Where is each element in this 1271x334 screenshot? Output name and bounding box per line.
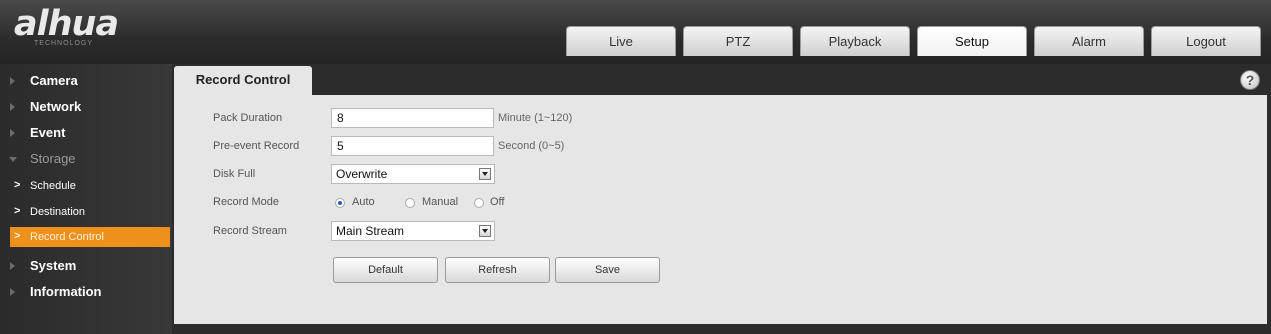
tab-alarm[interactable]: Alarm	[1034, 26, 1144, 56]
sidebar-subitem-destination[interactable]: > Destination	[10, 202, 170, 222]
sidebar-subitem-schedule[interactable]: > Schedule	[10, 176, 170, 196]
record-mode-off-radio[interactable]	[474, 198, 484, 208]
collapsed-arrow-icon	[10, 288, 15, 296]
sidebar-subitem-label: Schedule	[30, 180, 76, 192]
sidebar-item-label: Network	[30, 99, 82, 114]
sidebar-item-label: Camera	[30, 73, 78, 88]
sidebar: Camera Network Event Storage > Schedule …	[0, 64, 172, 334]
collapsed-arrow-icon	[10, 129, 15, 137]
collapsed-arrow-icon	[10, 103, 15, 111]
tab-ptz[interactable]: PTZ	[683, 26, 793, 56]
tab-logout[interactable]: Logout	[1151, 26, 1261, 56]
record-mode-label: Record Mode	[213, 196, 280, 208]
help-icon[interactable]: ?	[1240, 70, 1260, 90]
pre-event-record-label: Pre-event Record	[213, 140, 300, 152]
expanded-arrow-icon	[9, 157, 17, 162]
save-button[interactable]: Save	[555, 257, 660, 283]
sidebar-item-label: Event	[30, 125, 66, 140]
sidebar-item-event[interactable]: Event	[0, 121, 172, 145]
settings-panel	[174, 95, 1267, 324]
disk-full-value: Overwrite	[336, 167, 388, 181]
pre-event-record-input[interactable]: 5	[331, 136, 494, 156]
record-stream-value: Main Stream	[336, 224, 405, 238]
pre-event-record-unit: Second (0~5)	[498, 140, 565, 152]
chevron-right-icon: >	[14, 205, 21, 217]
chevron-right-icon: >	[14, 179, 21, 191]
pack-duration-unit: Minute (1~120)	[498, 112, 573, 124]
logo-text: alhua	[14, 4, 119, 44]
dropdown-arrow-icon[interactable]	[479, 225, 491, 237]
disk-full-select[interactable]: Overwrite	[331, 164, 495, 184]
sidebar-item-storage[interactable]: Storage	[0, 147, 172, 171]
sidebar-item-camera[interactable]: Camera	[0, 69, 172, 93]
dropdown-arrow-icon[interactable]	[479, 168, 491, 180]
record-stream-label: Record Stream	[213, 225, 287, 237]
sidebar-subitem-record-control[interactable]: > Record Control	[10, 227, 170, 247]
sidebar-item-label: System	[30, 258, 77, 273]
disk-full-label: Disk Full	[213, 168, 256, 180]
page-title: Record Control	[174, 66, 312, 96]
top-nav-tabs: Live PTZ Playback Setup Alarm Logout	[566, 26, 1268, 56]
default-button[interactable]: Default	[333, 257, 438, 283]
record-mode-manual-label: Manual	[422, 196, 459, 208]
pack-duration-label: Pack Duration	[213, 112, 283, 124]
sidebar-item-network[interactable]: Network	[0, 95, 172, 119]
collapsed-arrow-icon	[10, 262, 15, 270]
top-header: alhua TECHNOLOGY Live PTZ Playback Setup…	[0, 0, 1271, 64]
record-stream-select[interactable]: Main Stream	[331, 221, 495, 241]
tab-setup[interactable]: Setup	[917, 26, 1027, 56]
record-mode-auto-label: Auto	[352, 196, 375, 208]
sidebar-item-label: Storage	[30, 151, 76, 166]
tab-playback[interactable]: Playback	[800, 26, 910, 56]
tab-live[interactable]: Live	[566, 26, 676, 56]
collapsed-arrow-icon	[10, 77, 15, 85]
sidebar-subitem-label: Destination	[30, 206, 86, 218]
chevron-right-icon: >	[14, 230, 21, 242]
sidebar-item-information[interactable]: Information	[0, 280, 172, 304]
record-mode-off-label: Off	[490, 196, 505, 208]
logo-tagline: TECHNOLOGY	[34, 40, 94, 47]
brand-logo: alhua TECHNOLOGY	[14, 4, 119, 49]
record-mode-auto-radio[interactable]	[335, 198, 345, 208]
sidebar-item-label: Information	[30, 284, 102, 299]
sidebar-item-system[interactable]: System	[0, 254, 172, 278]
pack-duration-input[interactable]: 8	[331, 108, 494, 128]
refresh-button[interactable]: Refresh	[445, 257, 550, 283]
sidebar-subitem-label: Record Control	[30, 231, 104, 243]
record-mode-manual-radio[interactable]	[405, 198, 415, 208]
